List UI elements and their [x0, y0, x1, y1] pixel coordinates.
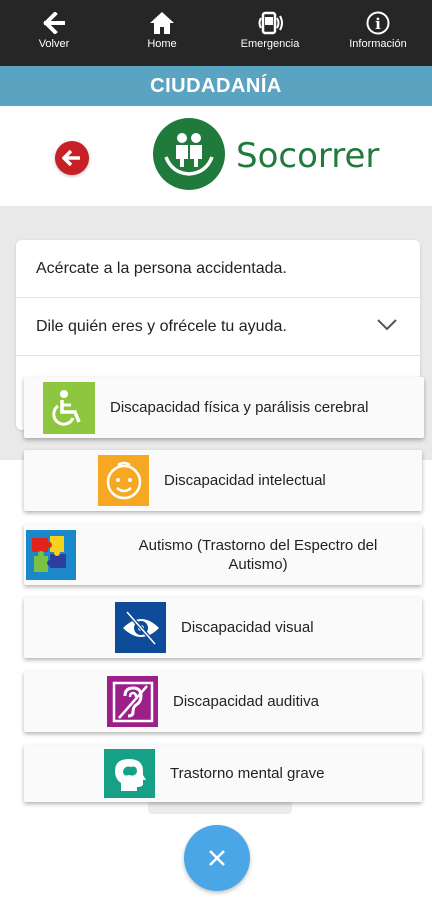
nav-emergency[interactable]: Emergencia: [216, 0, 324, 66]
close-icon: [209, 850, 225, 866]
ear-icon: [107, 676, 158, 727]
category-autism[interactable]: Autismo (Trastorno del Espectro del Auti…: [24, 524, 422, 585]
nav-info[interactable]: i Información: [324, 0, 432, 66]
nav-emergency-label: Emergencia: [240, 38, 300, 50]
nav-home[interactable]: Home: [108, 0, 216, 66]
category-label: Discapacidad física y parálisis cerebral: [110, 399, 369, 416]
info-icon: i: [366, 10, 390, 36]
category-label: Discapacidad auditiva: [173, 693, 319, 710]
close-fab-button[interactable]: [184, 825, 250, 891]
svg-text:i: i: [375, 15, 381, 33]
puzzle-icon: [26, 530, 76, 580]
category-visual[interactable]: Discapacidad visual: [24, 597, 422, 658]
nav-home-label: Home: [147, 38, 177, 50]
category-mental[interactable]: Trastorno mental grave: [24, 745, 422, 802]
left-arrow-icon: [62, 149, 80, 167]
category-label: Autismo (Trastorno del Espectro del Auti…: [138, 537, 378, 573]
category-label: Discapacidad intelectual: [164, 472, 326, 489]
category-label: Trastorno mental grave: [170, 765, 325, 782]
face-icon: [98, 455, 149, 506]
head-icon: [104, 749, 155, 798]
back-button[interactable]: [55, 141, 89, 175]
nav-info-label: Información: [349, 38, 407, 50]
header: Socorrer: [0, 106, 432, 206]
step-text: Acércate a la persona accidentada.: [36, 259, 287, 277]
logo-text: Socorrer: [236, 136, 380, 176]
category-hearing[interactable]: Discapacidad auditiva: [24, 671, 422, 732]
chevron-down-icon[interactable]: [376, 318, 398, 332]
nav-back[interactable]: Volver: [0, 0, 108, 66]
category-label: Discapacidad visual: [181, 619, 314, 636]
step-row[interactable]: Acércate a la persona accidentada.: [16, 240, 420, 298]
wheelchair-icon: [43, 382, 95, 434]
phone-sos-icon: [256, 10, 284, 36]
home-icon: [149, 10, 175, 36]
category-physical[interactable]: Discapacidad física y parálisis cerebral: [24, 377, 424, 438]
eye-icon: [115, 602, 166, 653]
logo-icon: [153, 118, 225, 190]
nav-back-label: Volver: [38, 38, 70, 50]
section-title: CIUDADANÍA: [0, 66, 432, 106]
category-intellectual[interactable]: Discapacidad intelectual: [24, 450, 422, 511]
back-arrow-icon: [43, 10, 65, 36]
step-text: Dile quién eres y ofrécele tu ayuda.: [36, 317, 287, 335]
top-nav: Volver Home Emergencia i Información: [0, 0, 432, 66]
step-row[interactable]: Dile quién eres y ofrécele tu ayuda.: [16, 298, 420, 356]
